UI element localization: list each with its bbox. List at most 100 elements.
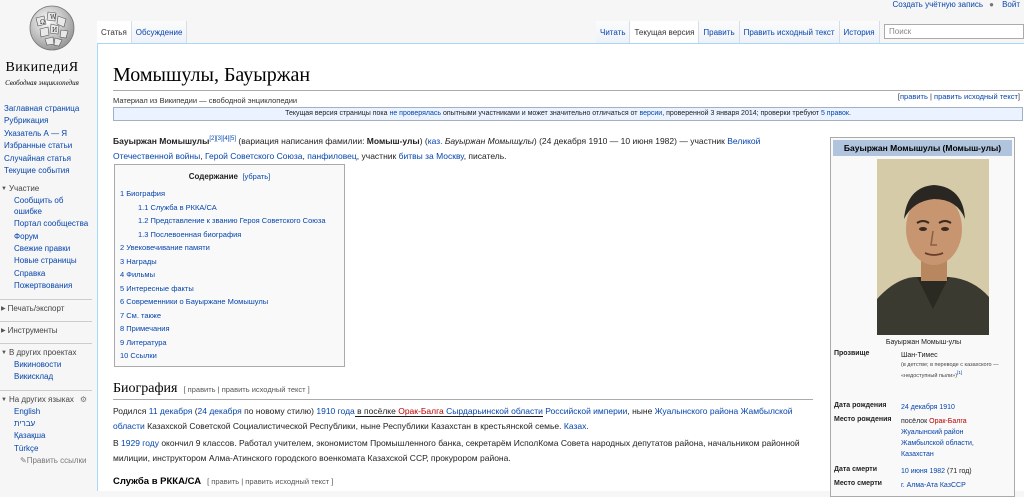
login-link[interactable]: Войт — [1002, 0, 1020, 9]
portrait-caption: Бауыржан Момыш-улы — [885, 339, 962, 346]
hero-link[interactable]: Герой Советского Союза — [205, 151, 303, 161]
notice-version-link[interactable]: версии — [639, 110, 662, 117]
languages-heading[interactable]: ▼ На других языках ⚙ — [0, 389, 92, 406]
sidebar-item-forum[interactable]: Форум — [14, 232, 38, 241]
sidebar-item-index[interactable]: Указатель А — Я — [4, 129, 67, 138]
toc-link[interactable]: 5 Интересные факты — [120, 284, 194, 293]
infobox-row-nickname: Прозвище Шан-Тимес (в детстве; в переводе… — [834, 350, 1014, 380]
toc-link[interactable]: 1 Биография — [120, 189, 165, 198]
create-account-link[interactable]: Создать учётную запись — [892, 0, 983, 9]
battle-link[interactable]: битвы за Москву — [399, 151, 464, 161]
wikipedia-logo[interactable]: Ω W И ВикипедиЯ Свободная энциклопедия — [0, 0, 110, 95]
lang-kazakh[interactable]: Қазақша — [14, 431, 46, 440]
service-edit-links[interactable]: [ править | править исходный текст ] — [207, 477, 333, 486]
tab-history[interactable]: История — [839, 21, 880, 43]
date-link[interactable]: 24 декабря — [198, 406, 242, 416]
district-link[interactable]: Жуалынского района — [655, 406, 739, 416]
page-title: Момышулы, Бауыржан — [113, 64, 311, 86]
lang-turkish[interactable]: Türkçe — [14, 444, 38, 453]
birth-date-link[interactable]: 24 декабря 1910 — [901, 404, 955, 411]
toc-link[interactable]: 10 Ссылки — [120, 351, 157, 360]
village-redlink[interactable]: Орак-Балга — [398, 406, 444, 416]
print-export-heading[interactable]: ▶ Печать/экспорт — [0, 298, 92, 315]
tab-read[interactable]: Читать — [596, 21, 631, 43]
year-link[interactable]: 1910 года — [316, 406, 354, 416]
lang-hebrew[interactable]: עברית — [14, 419, 35, 428]
sidebar-item-random[interactable]: Случайная статья — [4, 154, 71, 163]
toc-link[interactable]: 3 Награды — [120, 257, 157, 266]
other-projects-heading[interactable]: ▼ В других проектах — [0, 342, 92, 359]
lang-kz-link[interactable]: каз. — [428, 136, 443, 146]
sidebar-item-current-events[interactable]: Текущие события — [4, 166, 70, 175]
gear-icon[interactable]: ⚙ — [80, 394, 87, 406]
notice-text: Текущая версия страницы пока — [285, 110, 390, 117]
edit-interlanguage-links[interactable]: Править ссылки — [27, 456, 87, 465]
toc-link[interactable]: 4 Фильмы — [120, 270, 155, 279]
biography-edit-links[interactable]: [ править | править исходный текст ] — [184, 385, 310, 394]
namespace-tabs: Статья Обсуждение — [97, 21, 188, 43]
portrait-photo[interactable] — [877, 159, 989, 335]
notice-period: . — [848, 110, 851, 117]
toc-link[interactable]: 1.1 Служба в РККА/СА — [138, 203, 217, 212]
toc-item: 10 Ссылки — [120, 349, 344, 363]
empire-link[interactable]: Российской империи — [545, 406, 627, 416]
tools-heading[interactable]: ▶ Инструменты — [0, 320, 92, 337]
biography-paragraph-2: В 1929 году окончил 9 классов. Работал у… — [113, 436, 813, 466]
sidebar-item-categories[interactable]: Рубрикация — [4, 116, 48, 125]
print-export-label: Печать/экспорт — [7, 303, 65, 313]
birthplace-village-redlink[interactable]: Орак-Балга — [929, 418, 967, 425]
toc-link[interactable]: 2 Увековечивание памяти — [120, 243, 210, 252]
edit-source-link[interactable]: править исходный текст — [934, 92, 1018, 101]
nickname-ref[interactable]: [1] — [957, 370, 962, 375]
sidebar-item-main-page[interactable]: Заглавная страница — [4, 104, 79, 113]
biography-paragraph-1: Родился 11 декабря (24 декабря по новому… — [113, 404, 813, 434]
birthplace-district-link[interactable]: Жуалынский район — [901, 429, 963, 436]
sidebar-item-new-pages[interactable]: Новые страницы — [14, 256, 77, 265]
lead-refs[interactable]: [2][3][4][5] — [209, 136, 236, 142]
sidebar-item-help[interactable]: Справка — [14, 269, 45, 278]
toc-link[interactable]: 7 См. также — [120, 311, 161, 320]
panfilovets-link[interactable]: панфиловец — [307, 151, 357, 161]
tab-current-version[interactable]: Текущая версия — [630, 21, 700, 43]
lang-english[interactable]: English — [14, 407, 40, 416]
toc-link[interactable]: 8 Примечания — [120, 324, 170, 333]
birthplace-oblast-link[interactable]: Жамбылской области, — [901, 440, 974, 447]
sidebar-item-donate[interactable]: Пожертвования — [14, 281, 72, 290]
sidebar-item-report-error[interactable]: Сообщить об — [14, 196, 63, 205]
tab-article[interactable]: Статья — [97, 21, 132, 43]
toc-hide-link[interactable]: [убрать] — [242, 172, 270, 181]
edit-link[interactable]: править — [900, 92, 928, 101]
sidebar-item-wikinews[interactable]: Викиновости — [14, 360, 61, 369]
tab-edit-source[interactable]: Править исходный текст — [739, 21, 840, 43]
sidebar-item-recent-changes[interactable]: Свежие правки — [14, 244, 70, 253]
notice-unreviewed-link[interactable]: не проверялась — [389, 110, 441, 117]
tab-talk[interactable]: Обсуждение — [131, 21, 188, 43]
lead-text: , писатель. — [463, 150, 507, 161]
notice-pending-edits-link[interactable]: 5 правок — [821, 110, 849, 117]
year-link[interactable]: 1929 году — [121, 438, 159, 448]
sidebar-item-commons[interactable]: Викисклад — [14, 372, 53, 381]
oblast-link[interactable]: Сырдарьинской области — [446, 406, 543, 416]
birthplace-text: посёлок — [901, 418, 930, 425]
site-subtitle: Материал из Википедии — свободной энцикл… — [113, 96, 298, 105]
participation-heading[interactable]: ▼ Участие — [0, 183, 92, 195]
biography-heading: Биография [ править | править исходный те… — [113, 381, 310, 397]
ink-underlined-span: в посёлке Орак-Балга Сырдарьинской облас… — [354, 406, 543, 417]
toc-link[interactable]: 1.2 Представление к званию Героя Советск… — [138, 216, 326, 225]
toc-link[interactable]: 6 Современники о Бауыржане Момышулы — [120, 297, 268, 306]
para-text: В — [113, 438, 122, 448]
toc-link[interactable]: 1.3 Послевоенная биография — [138, 230, 241, 239]
para-text: окончил 9 классов. Работал учителем, эко… — [113, 438, 800, 463]
sidebar-item-community-portal[interactable]: Портал сообщества — [14, 219, 88, 228]
toc-link[interactable]: 9 Литература — [120, 338, 167, 347]
kazakh-link[interactable]: Казах — [564, 421, 586, 431]
tab-edit[interactable]: Править — [699, 21, 740, 43]
sidebar-item-featured[interactable]: Избранные статьи — [4, 141, 72, 150]
search-input[interactable]: Поиск — [884, 24, 1024, 39]
row-label: Дата смерти — [834, 466, 878, 473]
date-link[interactable]: 11 декабря — [149, 406, 193, 416]
sidebar-item-report-error-cont[interactable]: ошибке — [14, 207, 42, 216]
birthplace-country-link[interactable]: Казахстан — [901, 451, 934, 458]
death-place-link[interactable]: г. Алма-Ата КазССР — [901, 482, 966, 489]
death-date-link[interactable]: 10 июня 1982 — [901, 468, 945, 475]
